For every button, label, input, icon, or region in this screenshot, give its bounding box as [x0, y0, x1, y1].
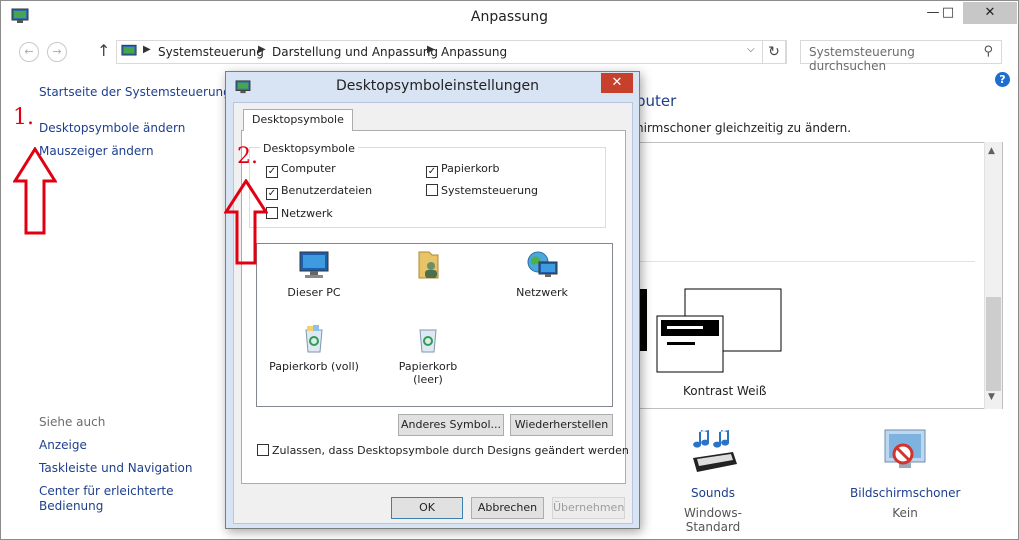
scroll-up-icon[interactable]: ▲	[988, 146, 995, 156]
back-button[interactable]: ←	[19, 42, 39, 62]
allow-themes-checkbox-box[interactable]	[257, 444, 269, 456]
scroll-thumb[interactable]	[986, 297, 1001, 391]
sounds-item[interactable]: Sounds Windows-Standard	[663, 426, 763, 534]
cancel-button[interactable]: Abbrechen	[471, 497, 544, 519]
change-icon-button[interactable]: Anderes Symbol...	[398, 414, 504, 436]
checkbox-computer[interactable]: ✓ Computer	[266, 162, 336, 178]
theme-divider	[639, 261, 975, 262]
checkbox-network[interactable]: Netzwerk	[266, 207, 333, 220]
checkbox-label: Computer	[281, 162, 336, 175]
sounds-value: Windows-Standard	[684, 506, 742, 534]
breadcrumb-item[interactable]: Darstellung und Anpassung	[272, 45, 438, 59]
screensaver-value: Kein	[892, 506, 918, 520]
icon-item-this-pc[interactable]: Dieser PC	[269, 250, 359, 299]
allow-themes-checkbox[interactable]: Zulassen, dass Desktopsymbole durch Desi…	[257, 444, 629, 457]
see-also-display-link[interactable]: Anzeige	[39, 438, 87, 452]
help-icon[interactable]: ?	[995, 72, 1010, 87]
user-folder-icon	[418, 251, 439, 279]
checkbox-control-panel[interactable]: Systemsteuerung	[426, 184, 538, 197]
window-title: Anpassung	[470, 9, 549, 25]
breadcrumb-item[interactable]: Systemsteuerung	[158, 45, 264, 59]
scroll-down-icon[interactable]: ▼	[988, 392, 995, 402]
tab-desktop-icons[interactable]: Desktopsymbole	[243, 109, 353, 131]
allow-themes-label: Zulassen, dass Desktopsymbole durch Desi…	[272, 444, 629, 457]
dialog-body: Desktopsymbole Desktopsymbole ✓ Computer …	[233, 102, 633, 524]
icon-label: Papierkorb (voll)	[269, 360, 359, 373]
checkbox-user-files[interactable]: ✓ Benutzerdateien	[266, 184, 372, 200]
icon-label: Dieser PC	[287, 286, 341, 299]
icon-item-recycle-full[interactable]: Papierkorb (voll)	[269, 324, 359, 373]
recycle-bin-full-icon	[305, 325, 323, 353]
checkbox-recycle-bin[interactable]: ✓ Papierkorb	[426, 162, 499, 178]
control-panel-icon	[121, 44, 137, 56]
search-input[interactable]: Systemsteuerung durchsuchen ⚲	[800, 40, 1002, 73]
navigation-bar: ← → ↑ ▶ Systemsteuerung ▶ Darstellung un…	[1, 33, 1018, 73]
annotation-number-1: 1.	[13, 105, 34, 130]
annotation-number-2: 2.	[237, 144, 258, 169]
breadcrumb-separator-icon: ▶	[258, 44, 266, 55]
desktop-icon-settings-dialog: Desktopsymboleinstellungen ✕ Desktopsymb…	[225, 71, 640, 529]
breadcrumb-separator-icon: ▶	[143, 44, 151, 55]
refresh-button[interactable]: ↻	[762, 40, 786, 64]
high-contrast-white-theme-thumbnail[interactable]	[637, 288, 787, 378]
screensaver-icon	[884, 429, 926, 468]
screensaver-item[interactable]: Bildschirmschoner Kein	[850, 426, 960, 520]
checkbox-recycle-bin-box[interactable]: ✓	[426, 166, 438, 178]
ok-button[interactable]: OK	[391, 497, 463, 519]
see-also-taskbar-link[interactable]: Taskleiste und Navigation	[39, 461, 192, 475]
group-label: Desktopsymbole	[260, 142, 358, 155]
up-arrow-icon[interactable]: ↑	[97, 41, 110, 60]
selected-theme-label: Kontrast Weiß	[683, 384, 767, 398]
theme-scrollbar[interactable]: ▲ ▼	[984, 142, 1002, 409]
apply-button[interactable]: Übernehmen	[552, 497, 625, 519]
checkbox-label: Netzwerk	[281, 207, 333, 220]
desktop-icon-list[interactable]: Dieser PC Netzwerk Papierkorb (voll) Pap…	[256, 243, 613, 407]
breadcrumb-item[interactable]: Anpassung	[441, 45, 507, 59]
checkbox-control-panel-box[interactable]	[426, 184, 438, 196]
icon-item-user-files[interactable]	[383, 250, 473, 286]
close-button[interactable]: ✕	[963, 2, 1017, 24]
checkbox-label: Systemsteuerung	[441, 184, 539, 197]
red-up-arrow-icon	[224, 179, 268, 265]
breadcrumb-separator-icon: ▶	[427, 44, 435, 55]
control-panel-window: Anpassung — □ ✕ ← → ↑ ▶ Systemsteuerung …	[0, 0, 1019, 540]
control-panel-home-link[interactable]: Startseite der Systemsteuerung	[39, 85, 231, 99]
page-heading: puter	[636, 92, 677, 110]
search-placeholder: Systemsteuerung durchsuchen	[809, 45, 915, 73]
checkbox-computer-box[interactable]: ✓	[266, 166, 278, 178]
monitor-icon	[299, 251, 329, 278]
sounds-link[interactable]: Sounds	[663, 486, 763, 500]
dialog-close-button[interactable]: ✕	[601, 73, 633, 93]
icon-item-network[interactable]: Netzwerk	[497, 250, 587, 299]
red-up-arrow-icon	[13, 147, 57, 235]
change-desktop-icons-link[interactable]: Desktopsymbole ändern	[39, 121, 185, 135]
icon-label: Netzwerk	[516, 286, 568, 299]
sounds-icon	[693, 430, 737, 472]
forward-button[interactable]: →	[47, 42, 67, 62]
search-icon[interactable]: ⚲	[983, 44, 993, 59]
title-bar: Anpassung — □ ✕	[1, 1, 1018, 33]
chevron-down-icon[interactable]: ⌵	[747, 44, 755, 55]
dialog-title: Desktopsymboleinstellungen	[336, 78, 539, 94]
icon-label: Papierkorb (leer)	[398, 360, 458, 386]
checkbox-label: Benutzerdateien	[281, 184, 373, 197]
restore-default-button[interactable]: Wiederherstellen	[510, 414, 613, 436]
see-also-heading: Siehe auch	[39, 415, 106, 429]
screensaver-link[interactable]: Bildschirmschoner	[850, 486, 960, 500]
icon-item-recycle-empty[interactable]: Papierkorb (leer)	[383, 324, 473, 386]
maximize-button[interactable]: □	[934, 2, 962, 24]
recycle-bin-empty-icon	[419, 329, 437, 353]
network-globe-icon	[527, 251, 558, 277]
page-description: hirmschoner gleichzeitig zu ändern.	[636, 121, 852, 135]
checkbox-label: Papierkorb	[441, 162, 500, 175]
see-also-ease-of-access-link[interactable]: Center für erleichterte	[39, 484, 173, 498]
see-also-ease-of-access-link-line2[interactable]: Bedienung	[39, 499, 103, 513]
address-bar[interactable]: ▶ Systemsteuerung ▶ Darstellung und Anpa…	[116, 40, 787, 64]
